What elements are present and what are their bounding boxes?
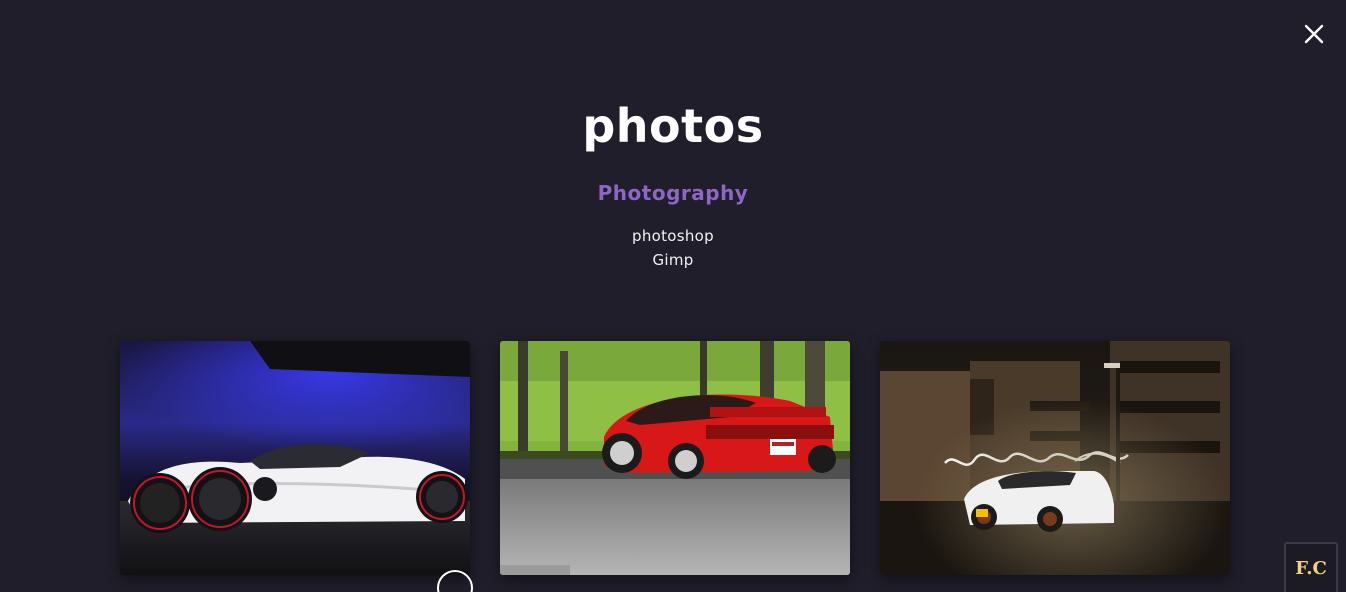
night-car-photo [880, 341, 1230, 575]
gallery-photo-1[interactable] [120, 341, 470, 575]
project-category: Photography [597, 181, 749, 205]
project-title: photos [582, 99, 764, 153]
project-modal: photos Photography photoshop Gimp F.C [0, 0, 1346, 592]
close-icon [1304, 24, 1324, 44]
gallery-photo-2[interactable] [500, 341, 850, 575]
tool-item: Gimp [652, 251, 694, 269]
tool-item: photoshop [632, 227, 714, 245]
brand-logo-button[interactable]: F.C [1284, 542, 1338, 592]
close-button[interactable] [1300, 20, 1328, 48]
red-car-photo [500, 341, 850, 575]
concept-car-photo [120, 341, 470, 575]
gallery-photo-3[interactable] [880, 341, 1230, 575]
tools-list: photoshop Gimp [0, 224, 1346, 272]
